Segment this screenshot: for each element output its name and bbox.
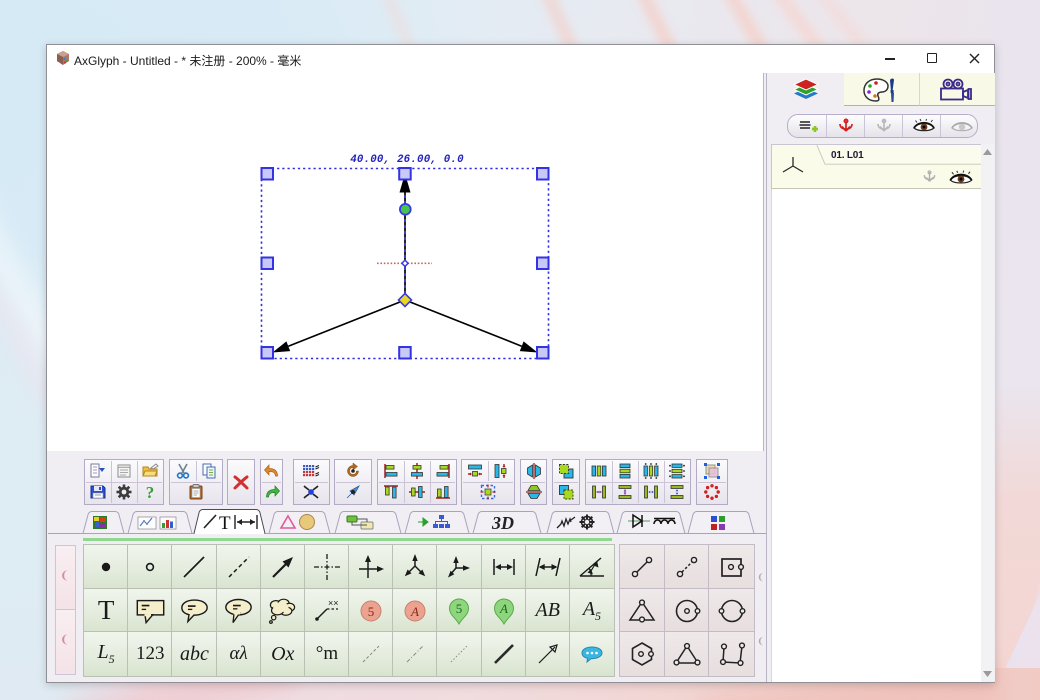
svg-text:A: A	[410, 604, 419, 619]
svg-text:?: ?	[146, 483, 155, 501]
svg-text:A: A	[499, 601, 508, 616]
svg-text:3D: 3D	[491, 513, 514, 533]
svg-text:T: T	[219, 513, 231, 534]
svg-text:5: 5	[368, 604, 375, 619]
svg-text:××: ××	[328, 598, 339, 608]
svg-text:40.00, 26.00, 0.0: 40.00, 26.00, 0.0	[350, 154, 464, 166]
svg-text:5: 5	[456, 601, 463, 616]
